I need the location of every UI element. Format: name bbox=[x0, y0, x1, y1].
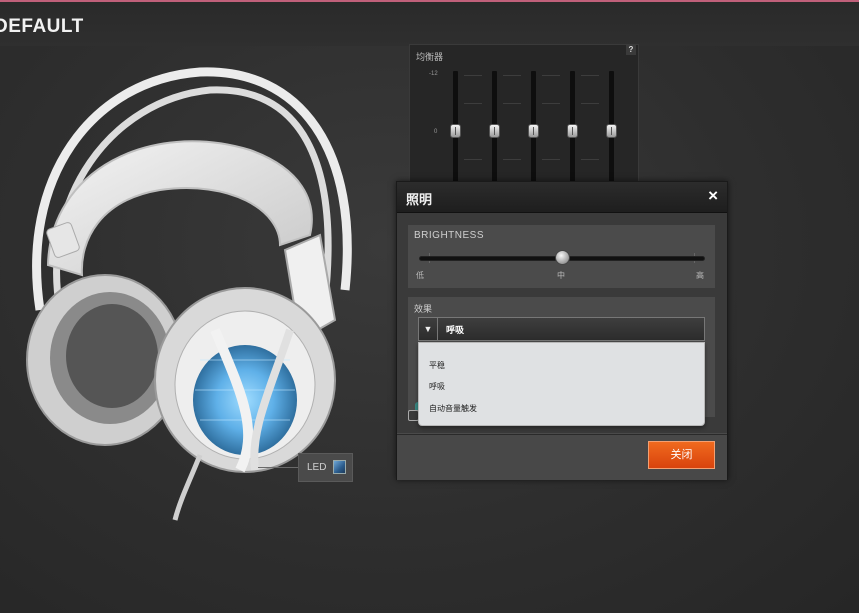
eq-grid-line bbox=[542, 103, 560, 104]
dialog-title: 照明 bbox=[406, 192, 433, 207]
brightness-section: BRIGHTNESS 低 中 高 bbox=[408, 225, 715, 288]
close-icon[interactable]: × bbox=[708, 187, 718, 205]
eq-mid-label: 0 bbox=[434, 129, 438, 135]
effect-option-volume-trigger[interactable]: 自动音量触发 bbox=[429, 403, 477, 414]
eq-grid-line bbox=[542, 159, 560, 160]
effect-option-breathe[interactable]: 呼吸 bbox=[429, 381, 445, 392]
eq-grid-line bbox=[503, 159, 521, 160]
effect-label: 效果 bbox=[414, 304, 433, 314]
effect-selected-value: 呼吸 bbox=[446, 325, 465, 335]
eq-grid-line bbox=[581, 159, 599, 160]
eq-grid-line bbox=[464, 159, 482, 160]
eq-grid-line bbox=[581, 103, 599, 104]
eq-band-4-knob[interactable] bbox=[567, 124, 578, 138]
eq-band-1-knob[interactable] bbox=[450, 124, 461, 138]
eq-band-3-knob[interactable] bbox=[528, 124, 539, 138]
eq-grid-line bbox=[503, 75, 521, 76]
equalizer-panel: 均衡器 ? -12 0 bbox=[409, 44, 639, 186]
dialog-body: BRIGHTNESS 低 中 高 效果 ▼ 呼吸 平稳 呼吸 自动音量触发 bbox=[397, 213, 727, 433]
led-callout-line bbox=[258, 467, 298, 468]
led-label: LED bbox=[307, 462, 327, 473]
eq-grid-line bbox=[581, 75, 599, 76]
header-bar: DEFAULT bbox=[0, 2, 859, 46]
brightness-high-label: 高 bbox=[696, 271, 704, 280]
brightness-label: BRIGHTNESS bbox=[414, 230, 485, 241]
eq-grid-line bbox=[464, 103, 482, 104]
led-zone-button[interactable]: LED bbox=[298, 453, 353, 482]
profile-title: DEFAULT bbox=[0, 16, 84, 37]
effect-dropdown[interactable]: ▼ 呼吸 bbox=[418, 317, 705, 341]
dialog-footer: 关闭 bbox=[397, 434, 727, 480]
close-button[interactable]: 关闭 bbox=[648, 441, 715, 469]
help-icon[interactable]: ? bbox=[626, 45, 636, 55]
chevron-down-icon[interactable]: ▼ bbox=[419, 318, 438, 340]
effect-section: 效果 ▼ 呼吸 平稳 呼吸 自动音量触发 bbox=[408, 297, 715, 426]
eq-grid-line bbox=[464, 75, 482, 76]
lighting-dialog: 照明 × BRIGHTNESS 低 中 高 效果 ▼ 呼吸 平稳 呼吸 自动音量… bbox=[396, 181, 728, 480]
effect-option-steady[interactable]: 平稳 bbox=[429, 360, 445, 371]
eq-band-2-knob[interactable] bbox=[489, 124, 500, 138]
brightness-mid-label: 中 bbox=[557, 271, 565, 280]
brightness-slider-knob[interactable] bbox=[554, 250, 570, 265]
eq-band-5-knob[interactable] bbox=[606, 124, 617, 138]
equalizer-title: 均衡器 bbox=[416, 52, 444, 62]
brightness-low-label: 低 bbox=[416, 271, 424, 280]
eq-top-label: -12 bbox=[429, 71, 438, 77]
eq-grid-line bbox=[503, 103, 521, 104]
dialog-header: 照明 × bbox=[397, 182, 727, 213]
eq-grid-line bbox=[542, 75, 560, 76]
effect-dropdown-menu: 平稳 呼吸 自动音量触发 bbox=[418, 342, 705, 426]
led-color-swatch[interactable] bbox=[333, 460, 346, 474]
